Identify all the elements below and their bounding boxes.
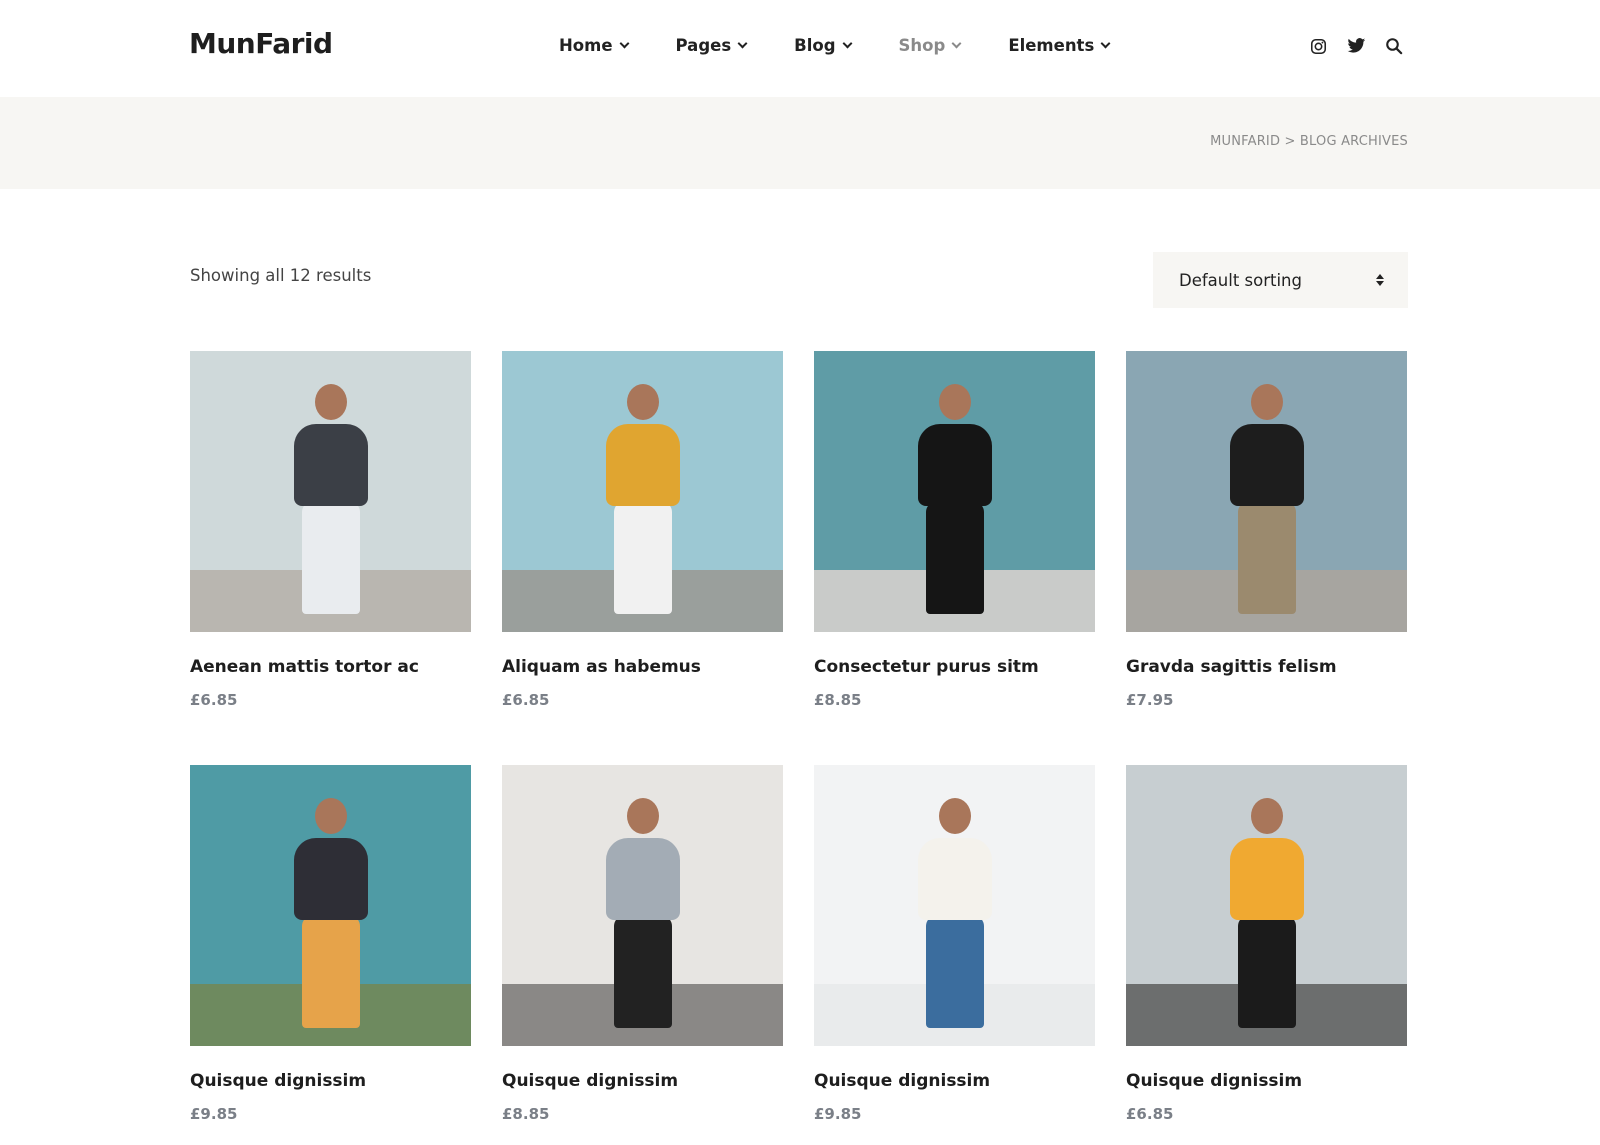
photo-figure-head [938,384,971,420]
photo-figure-torso [293,424,368,506]
twitter-icon[interactable] [1345,35,1367,57]
photo-figure-legs [301,916,360,1028]
product-card[interactable]: Gravda sagittis felism £7.95 [1126,351,1407,765]
main-nav: Home Pages Blog Shop Elements [559,36,1157,55]
nav-pages-label: Pages [675,36,732,55]
product-title[interactable]: Quisque dignissim [1126,1071,1407,1091]
chevron-down-icon [842,38,852,49]
photo-figure-torso [605,838,680,920]
photo-figure-legs [925,916,984,1028]
product-image[interactable] [502,765,783,1046]
page-title-band: MUNFARID > BLOG ARCHIVES [0,97,1600,189]
photo-figure-legs [1237,916,1296,1028]
nav-pages[interactable]: Pages [675,36,748,55]
product-price: £6.85 [1126,1105,1174,1123]
product-title[interactable]: Aenean mattis tortor ac [190,657,471,677]
chevron-down-icon [1100,38,1111,49]
product-title[interactable]: Quisque dignissim [502,1071,783,1091]
sort-select[interactable]: Default sorting [1153,252,1408,308]
chevron-down-icon [619,38,629,49]
product-title[interactable]: Consectetur purus sitm [814,657,1095,677]
photo-figure-head [626,798,659,834]
photo-figure-torso [917,838,992,920]
product-price: £8.85 [502,1105,550,1123]
product-card[interactable]: Quisque dignissim £8.85 [502,765,783,1145]
product-title[interactable]: Quisque dignissim [190,1071,471,1091]
product-card[interactable]: Quisque dignissim £9.85 [814,765,1095,1145]
photo-figure-head [314,798,347,834]
photo-figure-torso [293,838,368,920]
product-image[interactable] [814,351,1095,632]
photo-figure-head [314,384,347,420]
chevron-down-icon [737,38,748,49]
product-image[interactable] [1126,765,1407,1046]
photo-figure-head [1250,798,1283,834]
product-card[interactable]: Aenean mattis tortor ac £6.85 [190,351,471,765]
sort-select-value: Default sorting [1179,270,1302,290]
nav-blog[interactable]: Blog [794,36,852,55]
product-price: £6.85 [190,691,238,709]
product-card[interactable]: Quisque dignissim £9.85 [190,765,471,1145]
product-price: £9.85 [190,1105,238,1123]
photo-figure-torso [1229,838,1304,920]
chevron-down-icon [951,38,962,49]
photo-figure-legs [613,502,672,614]
search-icon[interactable] [1383,35,1405,57]
breadcrumb[interactable]: MUNFARID > BLOG ARCHIVES [1210,134,1408,149]
photo-figure-legs [1237,502,1296,614]
product-image[interactable] [190,351,471,632]
product-card[interactable]: Quisque dignissim £6.85 [1126,765,1407,1145]
nav-shop-label: Shop [898,36,946,55]
nav-shop[interactable]: Shop [898,36,962,55]
site-logo[interactable]: MunFarid [189,27,333,60]
nav-blog-label: Blog [794,36,836,55]
product-image[interactable] [502,351,783,632]
photo-figure-head [938,798,971,834]
product-title[interactable]: Quisque dignissim [814,1071,1095,1091]
photo-figure-legs [613,916,672,1028]
product-title[interactable]: Gravda sagittis felism [1126,657,1407,677]
product-image[interactable] [814,765,1095,1046]
product-title[interactable]: Aliquam as habemus [502,657,783,677]
select-arrows-icon [1376,274,1384,286]
product-image[interactable] [190,765,471,1046]
nav-elements-label: Elements [1008,36,1095,55]
nav-home[interactable]: Home [559,36,629,55]
product-price: £9.85 [814,1105,862,1123]
photo-figure-torso [605,424,680,506]
photo-figure-torso [917,424,992,506]
product-price: £6.85 [502,691,550,709]
photo-figure-head [1250,384,1283,420]
product-card[interactable]: Consectetur purus sitm £8.85 [814,351,1095,765]
product-image[interactable] [1126,351,1407,632]
product-card[interactable]: Aliquam as habemus £6.85 [502,351,783,765]
product-grid: Aenean mattis tortor ac £6.85 Aliquam as… [190,351,1408,1145]
photo-figure-legs [301,502,360,614]
site-header: MunFarid Home Pages Blog Shop Elements [0,0,1600,97]
nav-home-label: Home [559,36,613,55]
product-price: £8.85 [814,691,862,709]
photo-figure-torso [1229,424,1304,506]
result-count: Showing all 12 results [190,266,372,285]
instagram-icon[interactable] [1307,35,1329,57]
photo-figure-legs [925,502,984,614]
nav-elements[interactable]: Elements [1008,36,1111,55]
header-icons [1307,35,1421,57]
photo-figure-head [626,384,659,420]
product-price: £7.95 [1126,691,1174,709]
